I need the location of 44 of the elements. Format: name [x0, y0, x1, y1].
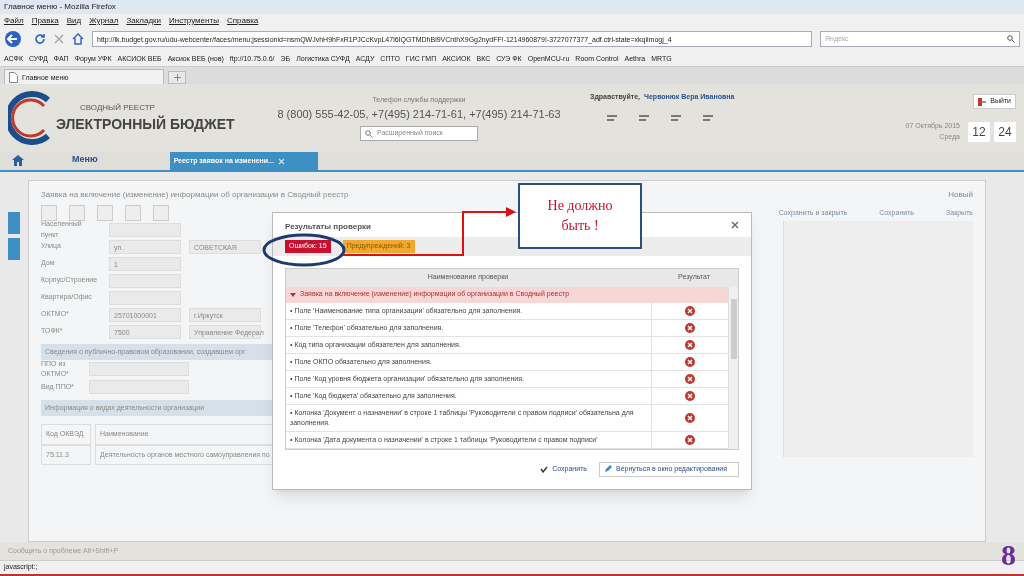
- page-icon: [9, 71, 18, 83]
- logout-icon: [978, 97, 987, 106]
- search-icon: [365, 129, 373, 138]
- input-field[interactable]: [89, 362, 189, 376]
- menu-item[interactable]: Файл: [4, 17, 24, 25]
- menu-item[interactable]: Вид: [66, 17, 82, 25]
- input-field[interactable]: [109, 222, 181, 237]
- annotation-callout: Не должно быть !: [518, 183, 642, 249]
- menu-item[interactable]: Инструменты: [169, 17, 219, 25]
- close-icon[interactable]: [731, 221, 739, 229]
- plus-icon: [173, 74, 181, 81]
- input-field[interactable]: [109, 290, 181, 305]
- home-icon[interactable]: [12, 155, 24, 166]
- input-field[interactable]: [89, 380, 189, 394]
- menu-item[interactable]: Справка: [226, 17, 259, 25]
- pencil-icon: [604, 465, 612, 473]
- reload-icon[interactable]: [34, 33, 46, 45]
- toolbar-button[interactable]: [41, 205, 57, 221]
- home-icon[interactable]: [72, 33, 84, 45]
- app-name: ЭЛЕКТРОННЫЙ БЮДЖЕТ: [56, 114, 235, 134]
- toolbar-button[interactable]: [69, 205, 85, 221]
- input-field[interactable]: [109, 273, 181, 288]
- toolbar-button[interactable]: [97, 205, 113, 221]
- new-tab-button[interactable]: [168, 71, 186, 84]
- registry-label: СВОДНЫЙ РЕЕСТР: [80, 101, 156, 114]
- logo-icon: [8, 90, 52, 146]
- checkmark-icon: [540, 465, 549, 473]
- support-phones: 8 (800) 555-42-05, +7(495) 214-71-61, +7(495) 214-71-63: [277, 106, 561, 122]
- scrollbar[interactable]: [728, 286, 738, 449]
- toolbar-button[interactable]: [153, 205, 169, 221]
- window-title: Главное меню - Mozilla Firefox: [4, 3, 116, 11]
- clock-minutes: 24: [994, 121, 1016, 142]
- slide-number: 8: [1001, 540, 1016, 570]
- menu-item[interactable]: Правка: [31, 17, 59, 25]
- form-title: Заявка на включение (изменение) информации об организации в Сводный реестр: [41, 189, 349, 201]
- dialog-title: Результаты проверки: [285, 221, 372, 233]
- search-icon[interactable]: [1007, 35, 1015, 43]
- toolbar-button[interactable]: [125, 205, 141, 221]
- clock-hours: 12: [968, 121, 990, 142]
- menu-item[interactable]: Закладки: [126, 17, 161, 25]
- caret-icon: [290, 291, 296, 298]
- menu-link[interactable]: Меню: [72, 152, 98, 166]
- stop-icon[interactable]: [54, 34, 64, 44]
- menu-item[interactable]: Журнал: [89, 17, 119, 25]
